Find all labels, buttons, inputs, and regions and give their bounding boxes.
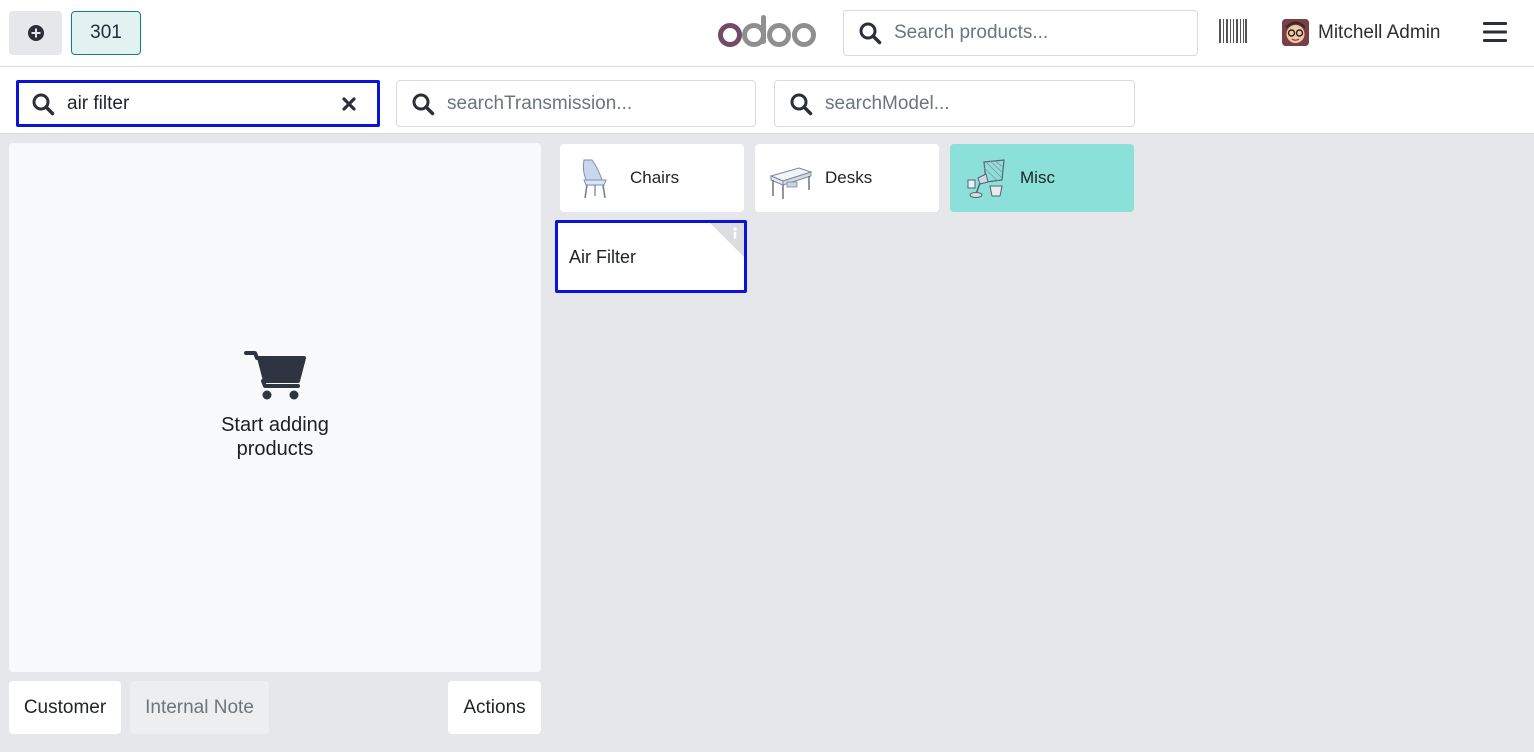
filter-bar [0,67,1534,134]
hamburger-menu-icon[interactable] [1483,21,1507,43]
actions-button[interactable]: Actions [448,681,541,734]
model-search-box[interactable] [774,80,1135,127]
product-card[interactable]: Air Filter [555,220,747,293]
chair-icon [582,159,607,199]
top-bar: 301 Mitchell Admi [0,0,1534,67]
shopping-cart-icon [244,351,306,400]
avatar [1282,19,1309,46]
clear-search-icon[interactable] [341,96,357,112]
category-label: Chairs [630,168,680,187]
category-label: Desks [825,168,873,187]
order-number: 301 [90,22,122,43]
transmission-search-box[interactable] [396,80,756,127]
empty-message-line1: Start adding [221,414,329,436]
order-tab-button[interactable]: 301 [71,11,141,55]
empty-message-line2: products [236,438,314,460]
empty-cart-state: Start adding products [9,349,541,461]
desk-icon [769,167,813,199]
order-panel: Start adding products [9,143,541,672]
customer-button[interactable]: Customer [9,681,121,734]
search-icon [412,93,435,115]
product-name: Air Filter [569,247,636,267]
product-search-box[interactable] [843,10,1198,56]
category-desks[interactable]: Desks [755,144,939,212]
search-icon [859,22,882,45]
name-search-input[interactable] [67,92,317,115]
category-chairs[interactable]: Chairs [560,144,744,212]
search-icon [790,93,813,115]
product-search-input[interactable] [894,22,1184,44]
category-misc[interactable]: Misc [950,144,1134,212]
barcode-icon[interactable] [1219,19,1247,43]
category-label: Misc [1020,168,1055,187]
odoo-logo [718,15,816,47]
misc-icon [967,159,1005,198]
name-search-box[interactable] [16,80,380,127]
info-icon[interactable] [710,223,744,257]
plus-circle-icon [27,25,44,41]
transmission-search-input[interactable] [447,92,737,115]
user-menu[interactable]: Mitchell Admin [1282,19,1441,46]
model-search-input[interactable] [825,92,1115,115]
empty-cart-message: Start adding products [9,413,541,461]
internal-note-button[interactable]: Internal Note [130,681,269,734]
search-icon [32,93,55,115]
user-name: Mitchell Admin [1318,21,1441,43]
new-order-button[interactable] [9,11,62,55]
